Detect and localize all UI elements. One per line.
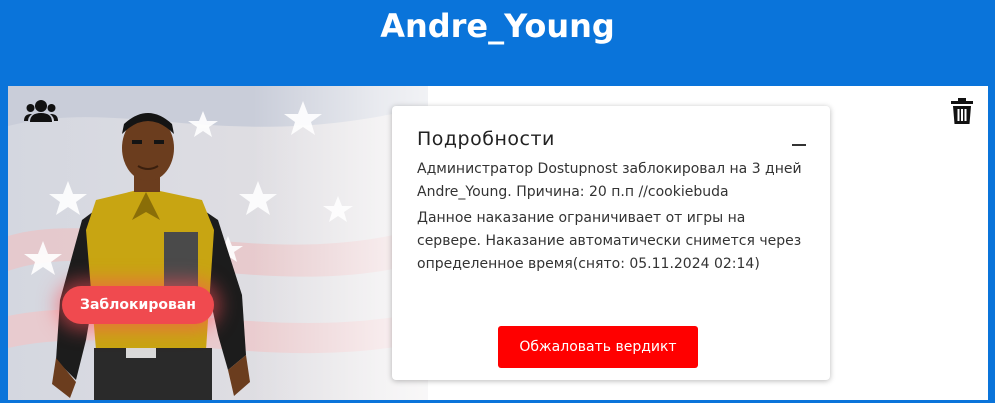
appeal-verdict-button[interactable]: Обжаловать вердикт [498,326,698,368]
ban-message-line: Andre_Young. Причина: 20 п.п //cookiebud… [417,184,729,200]
player-name: Andre_Young [380,7,615,45]
character-skin-image [52,113,250,400]
details-title: Подробности [417,128,555,150]
users-icon[interactable] [24,98,58,124]
punishment-info-line: определенное время(снято: 05.11.2024 02:… [417,256,760,272]
profile-header: Andre_Young [0,0,995,86]
punishment-info-line: Данное наказание ограничивает от игры на [417,210,746,226]
punishment-info: Данное наказание ограничивает от игры на… [417,207,817,276]
minus-icon [792,144,806,146]
ban-message-line: Администратор Dostupnost заблокировал на… [417,161,802,177]
profile-panel: Заблокирован Подробности Администратор D… [8,86,988,400]
ban-message: Администратор Dostupnost заблокировал на… [417,158,817,204]
trash-icon[interactable] [951,98,973,124]
details-card: Подробности Администратор Dostupnost заб… [392,106,830,380]
blocked-status-badge: Заблокирован [62,286,214,324]
punishment-info-line: сервере. Наказание автоматически сниметс… [417,233,802,249]
collapse-button[interactable] [790,130,808,150]
